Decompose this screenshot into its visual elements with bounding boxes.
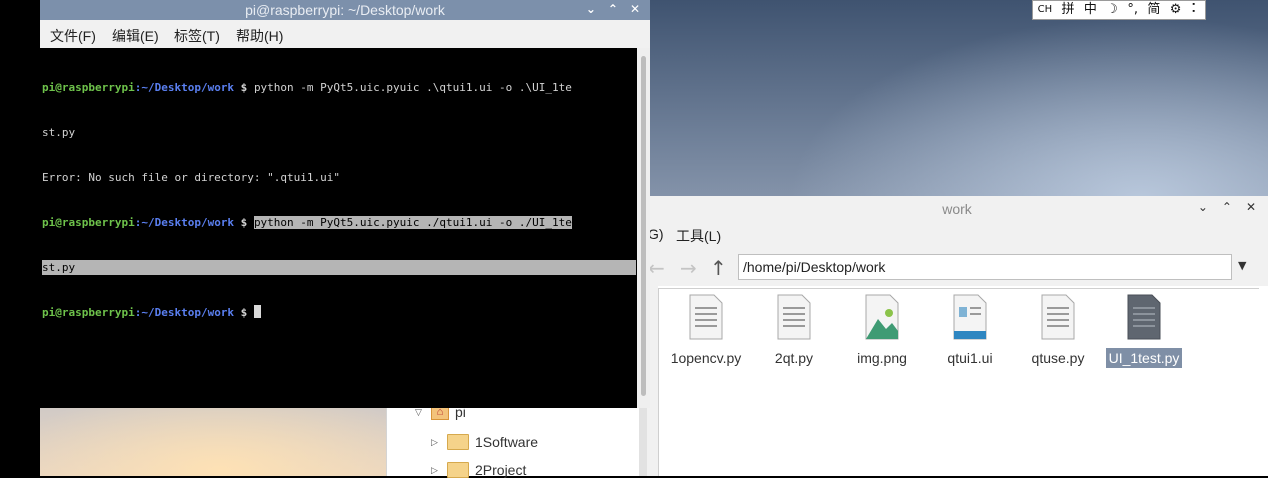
command-text: python -m PyQt5.uic.pyuic .\qtui1.ui -o … xyxy=(253,81,572,94)
menu-item-edit[interactable]: 编辑(E) xyxy=(112,26,159,46)
selected-command-text: st.py xyxy=(42,260,636,275)
file-name: img.png xyxy=(857,350,907,366)
file-item[interactable]: 2qt.py xyxy=(751,293,837,368)
file-item[interactable]: img.png xyxy=(839,293,925,368)
file-manager-window: work ⌄ ⌃ ✕ G) 工具(L) ← → ↑ /home/pi/Deskt… xyxy=(646,196,1268,476)
terminal-menubar: 文件(F) 编辑(E) 标签(T) 帮助(H) xyxy=(40,20,650,48)
folder-tree-panel: ▽ ⌂ pi ▷ 1Software ▷ 2Project xyxy=(386,400,647,478)
close-icon[interactable]: ✕ xyxy=(630,2,640,16)
command-text: st.py xyxy=(42,126,76,139)
menu-item-go[interactable]: G) xyxy=(648,226,664,242)
text-file-icon xyxy=(1041,294,1075,340)
text-file-icon xyxy=(777,294,811,340)
menu-item-tools[interactable]: 工具(L) xyxy=(676,226,721,246)
file-name: UI_1test.py xyxy=(1105,348,1183,368)
file-manager-titlebar[interactable]: work ⌄ ⌃ ✕ xyxy=(646,196,1268,222)
tree-item-label: 1Software xyxy=(475,434,539,450)
menu-item-file[interactable]: 文件(F) xyxy=(50,26,96,46)
collapsed-caret-icon[interactable]: ▷ xyxy=(431,437,441,448)
ime-pinyin-icon[interactable]: 拼 xyxy=(1062,1,1075,19)
ime-halfwidth-icon[interactable]: ☽ xyxy=(1106,1,1118,19)
terminal-line: pi@raspberrypi:~/Desktop/work $ xyxy=(42,305,637,320)
selected-command-text: python -m PyQt5.uic.pyuic ./qtui1.ui -o … xyxy=(253,216,572,229)
prompt-dollar: $ xyxy=(234,81,254,94)
prompt-dollar: $ xyxy=(234,216,254,229)
file-name: qtuse.py xyxy=(1031,350,1085,366)
terminal-title: pi@raspberrypi: ~/Desktop/work xyxy=(245,2,445,18)
back-arrow-icon[interactable]: ← xyxy=(648,256,665,280)
expanded-caret-icon[interactable]: ▽ xyxy=(415,407,425,418)
ui-file-icon xyxy=(953,294,987,340)
file-item[interactable]: 1opencv.py xyxy=(663,293,749,368)
minimize-icon[interactable]: ⌄ xyxy=(586,2,596,16)
maximize-icon[interactable]: ⌃ xyxy=(1222,200,1232,214)
file-list-area[interactable]: 1opencv.py 2qt.py img.png qtui1.ui qtuse… xyxy=(658,288,1259,476)
prompt-user: pi@raspberrypi xyxy=(42,81,135,94)
folder-icon xyxy=(447,434,469,450)
prompt-dollar: $ xyxy=(234,306,254,319)
prompt-path: :~/Desktop/work xyxy=(134,306,235,319)
ime-more-icon[interactable]: ⠅ xyxy=(1191,1,1201,19)
terminal-window: pi@raspberrypi: ~/Desktop/work ⌄ ⌃ ✕ 文件(… xyxy=(40,0,650,408)
file-manager-title: work xyxy=(942,201,972,217)
terminal-line: pi@raspberrypi:~/Desktop/work $ python -… xyxy=(42,215,637,230)
image-file-icon xyxy=(865,294,899,340)
ime-punctuation-icon[interactable]: °, xyxy=(1127,1,1138,19)
screen-left-edge xyxy=(0,0,40,476)
prompt-user: pi@raspberrypi xyxy=(42,306,135,319)
file-item-selected[interactable]: UI_1test.py xyxy=(1101,293,1187,368)
minimize-icon[interactable]: ⌄ xyxy=(1198,200,1208,214)
tree-scrollbar[interactable] xyxy=(639,400,647,476)
terminal-output[interactable]: pi@raspberrypi:~/Desktop/work $ python -… xyxy=(42,50,637,406)
collapsed-caret-icon[interactable]: ▷ xyxy=(431,465,441,476)
forward-arrow-icon[interactable]: → xyxy=(680,256,697,280)
menu-item-help[interactable]: 帮助(H) xyxy=(236,26,283,46)
error-text: Error: No such file or directory: ".qtui… xyxy=(42,171,341,184)
maximize-icon[interactable]: ⌃ xyxy=(608,2,618,16)
close-icon[interactable]: ✕ xyxy=(1246,200,1256,214)
prompt-path: :~/Desktop/work xyxy=(134,81,235,94)
ime-chinese-mode[interactable]: 中 xyxy=(1084,1,1097,19)
ime-settings-icon[interactable]: ⚙ xyxy=(1170,1,1182,19)
terminal-line: pi@raspberrypi:~/Desktop/work $ python -… xyxy=(42,80,637,95)
text-file-icon xyxy=(689,294,723,340)
file-item[interactable]: qtui1.ui xyxy=(927,293,1013,368)
up-arrow-icon[interactable]: ↑ xyxy=(710,256,727,280)
path-dropdown-icon[interactable]: ▼ xyxy=(1238,259,1246,272)
ime-language-label[interactable]: CH xyxy=(1038,1,1053,19)
file-manager-toolbar: ← → ↑ /home/pi/Desktop/work ▼ xyxy=(646,248,1268,286)
file-manager-menubar: G) 工具(L) xyxy=(646,222,1268,248)
prompt-path: :~/Desktop/work xyxy=(134,216,235,229)
terminal-titlebar[interactable]: pi@raspberrypi: ~/Desktop/work ⌄ ⌃ ✕ xyxy=(40,0,650,20)
terminal-line: st.py xyxy=(42,125,637,140)
file-name: qtui1.ui xyxy=(947,350,993,366)
terminal-scrollbar-thumb[interactable] xyxy=(641,56,646,396)
ime-simplified-mode[interactable]: 简 xyxy=(1147,1,1160,19)
file-name: 2qt.py xyxy=(774,350,814,366)
text-file-icon xyxy=(1127,294,1161,340)
file-item[interactable]: qtuse.py xyxy=(1015,293,1101,368)
file-name: 1opencv.py xyxy=(670,350,742,366)
menu-item-tabs[interactable]: 标签(T) xyxy=(174,26,220,46)
input-method-tray[interactable]: CH 拼 中 ☽ °, 简 ⚙ ⠅ xyxy=(1032,0,1206,20)
text-cursor xyxy=(253,305,261,318)
terminal-line: Error: No such file or directory: ".qtui… xyxy=(42,170,637,185)
tree-item-folder[interactable]: ▷ 1Software xyxy=(431,434,538,450)
terminal-line: st.py xyxy=(42,260,637,275)
prompt-user: pi@raspberrypi xyxy=(42,216,135,229)
path-input[interactable]: /home/pi/Desktop/work xyxy=(738,254,1232,280)
